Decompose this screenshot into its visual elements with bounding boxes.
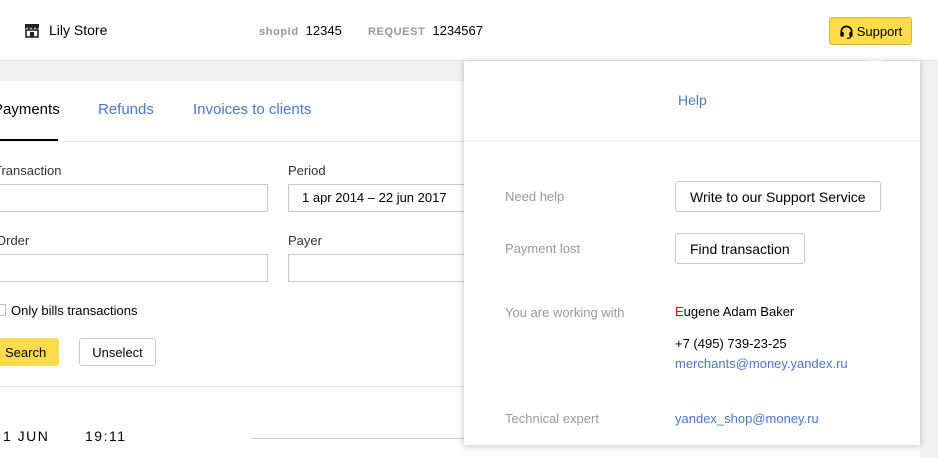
order-input[interactable] xyxy=(0,254,268,282)
period-value: 1 apr 2014 – 22 jun 2017 xyxy=(302,190,447,205)
write-support-button[interactable]: Write to our Support Service xyxy=(675,181,881,212)
request-id: REQUEST 1234567 xyxy=(368,23,483,38)
tech-email-link[interactable]: yandex_shop@money.ru xyxy=(675,411,819,426)
support-label: Support xyxy=(856,23,903,39)
transaction-label: Transaction xyxy=(0,163,62,178)
period-label: Period xyxy=(288,163,326,178)
headset-icon xyxy=(840,25,853,39)
manager-name: Eugene Adam Baker xyxy=(675,304,794,319)
filters-divider xyxy=(0,386,470,387)
payer-label: Payer xyxy=(288,233,322,248)
transaction-row-line xyxy=(252,438,472,439)
period-input[interactable]: 1 apr 2014 – 22 jun 2017 xyxy=(288,184,478,212)
top-bar: Lily Store shopId 12345 REQUEST 1234567 … xyxy=(0,0,938,61)
need-help-label: Need help xyxy=(505,189,565,204)
support-button[interactable]: Support xyxy=(829,17,912,45)
manager-phone: +7 (495) 739-23-25 xyxy=(675,336,787,351)
help-link[interactable]: Help xyxy=(678,92,707,108)
tab-invoices[interactable]: Invoices to clients xyxy=(193,101,311,118)
only-bills-label[interactable]: Only bills transactions xyxy=(11,303,137,318)
tab-refunds[interactable]: Refunds xyxy=(98,101,154,118)
only-bills-checkbox[interactable] xyxy=(0,304,6,316)
popup-help-section: Help xyxy=(464,61,920,141)
support-popup: Help Need help Write to our Support Serv… xyxy=(464,61,920,445)
unselect-button[interactable]: Unselect xyxy=(79,338,156,366)
tab-payments[interactable]: Payments xyxy=(0,101,60,118)
payment-lost-label: Payment lost xyxy=(505,241,581,256)
manager-email-link[interactable]: merchants@money.yandex.ru xyxy=(675,356,848,371)
order-label: Order xyxy=(0,233,30,248)
request-label: REQUEST xyxy=(368,26,426,38)
store-switcher[interactable]: Lily Store xyxy=(24,22,107,38)
find-transaction-button[interactable]: Find transaction xyxy=(675,233,805,264)
payer-input[interactable] xyxy=(288,254,478,282)
shop-id-value: 12345 xyxy=(305,23,342,38)
store-icon xyxy=(25,24,39,38)
transaction-time: 19:11 xyxy=(85,428,127,444)
tech-expert-label: Technical expert xyxy=(505,411,599,426)
transaction-date: 1 JUN xyxy=(3,428,50,444)
active-tab-indicator xyxy=(0,139,58,141)
request-value: 1234567 xyxy=(432,23,483,38)
manager-name-rest: ugene Adam Baker xyxy=(683,304,795,319)
transaction-input[interactable] xyxy=(0,184,268,212)
shop-id: shopId 12345 xyxy=(259,23,342,38)
working-with-label: You are working with xyxy=(505,305,625,320)
store-name: Lily Store xyxy=(49,22,108,38)
shop-id-label: shopId xyxy=(259,26,299,38)
search-button[interactable]: Search xyxy=(0,338,59,366)
manager-initial: E xyxy=(675,304,684,319)
